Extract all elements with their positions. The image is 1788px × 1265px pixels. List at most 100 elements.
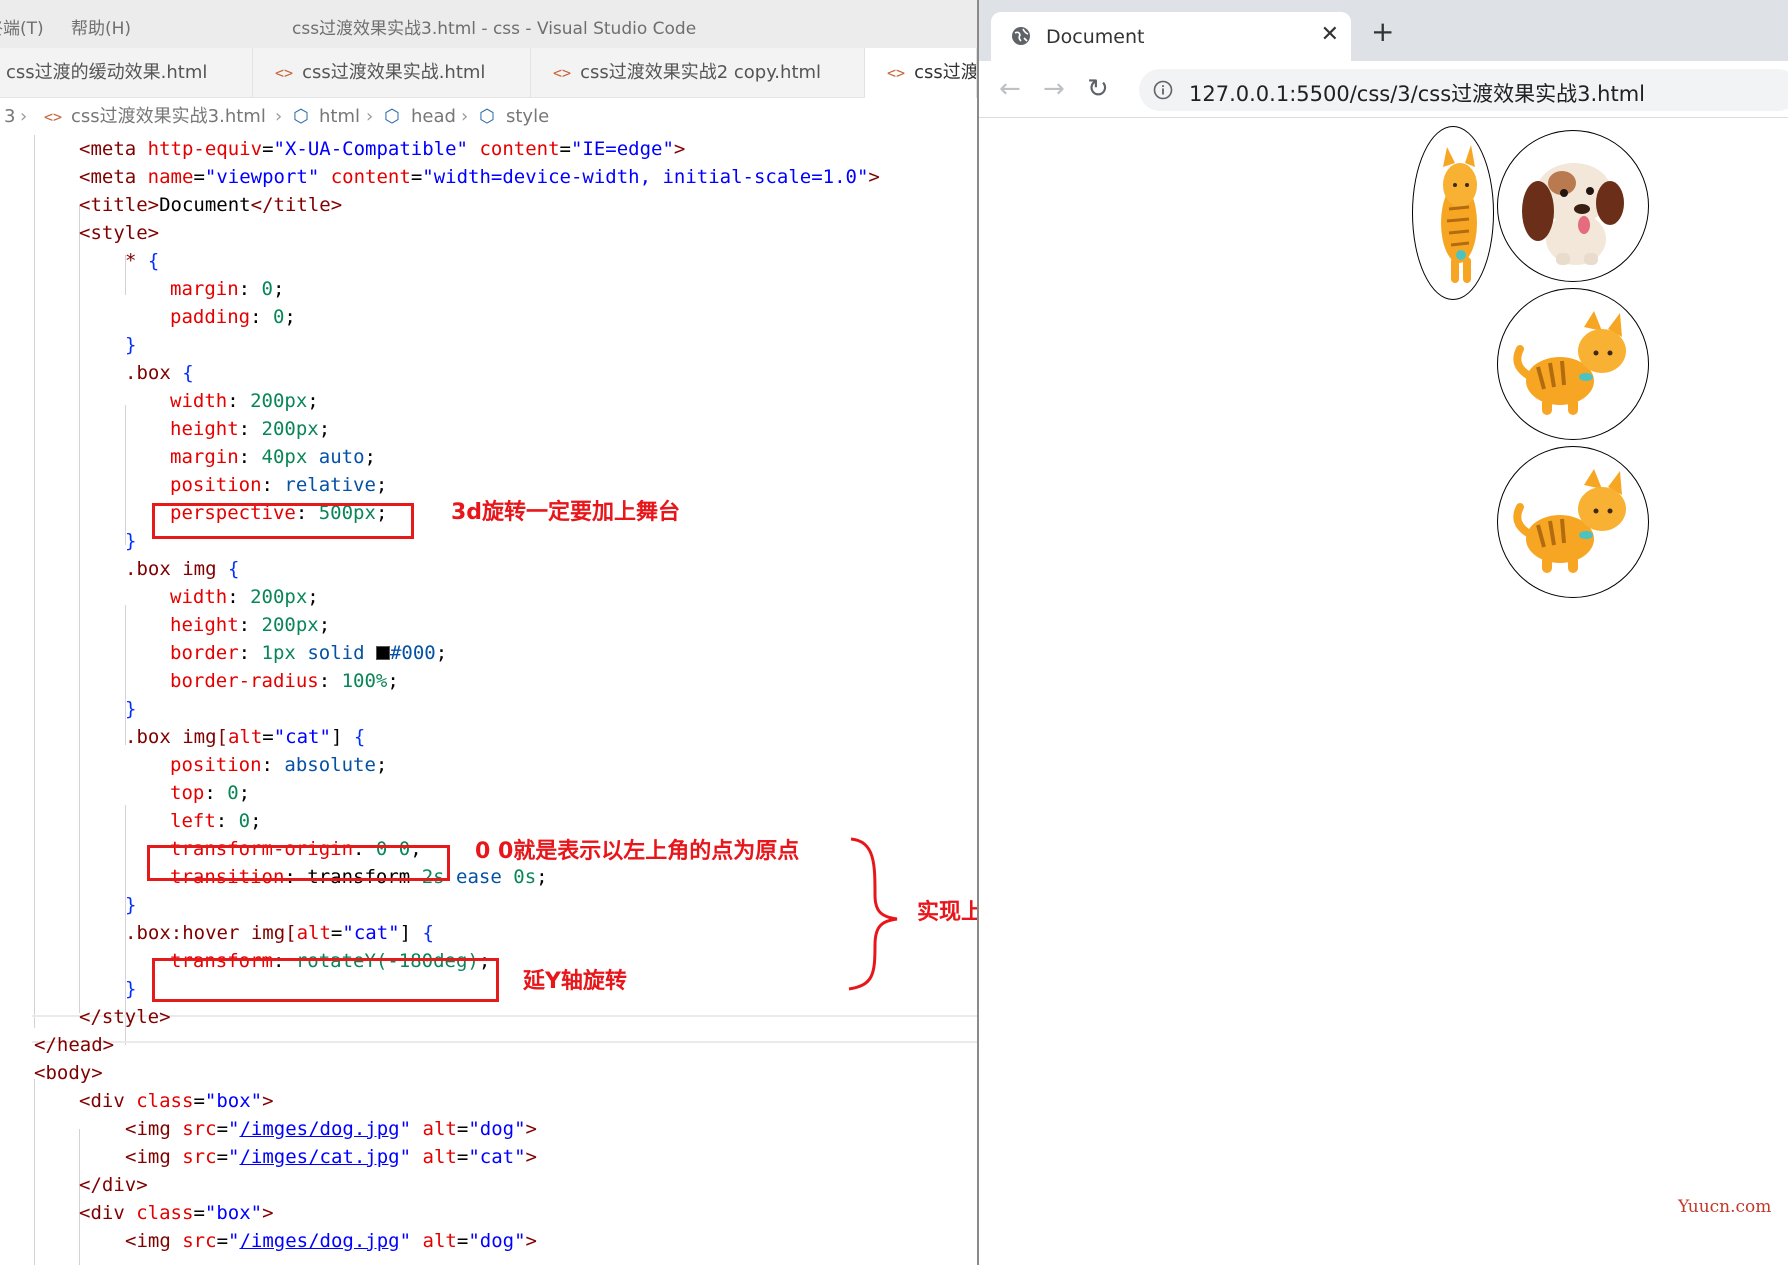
tab-label: css过渡效果实战.html [302, 62, 486, 83]
code-line: <div class="box"> [79, 1202, 274, 1224]
cat-image-rotating[interactable] [1412, 126, 1494, 300]
code-line: <body> [34, 1062, 103, 1084]
cube-icon: ⬡ [384, 106, 400, 127]
html-file-icon: <> [887, 64, 906, 82]
code-line: </style> [79, 1006, 171, 1028]
chevron-right-icon: › [275, 106, 283, 127]
title-bar: 终端(T) 帮助(H) css过渡效果实战3.html - css - Visu… [0, 0, 977, 48]
code-line: .box img[alt="cat"] { [125, 726, 366, 748]
code-line: .box { [125, 362, 194, 384]
editor-tabs: css过渡的缓动效果.html <> css过渡效果实战.html <> css过渡… [0, 48, 977, 98]
url-text: 127.0.0.1:5500/css/3/css过渡效果实战3.html [1189, 82, 1646, 106]
indent-guide [34, 1079, 35, 1265]
tab-label: css过渡效果实战2 copy.html [580, 62, 822, 83]
code-line: position: absolute; [170, 754, 388, 776]
browser-toolbar: ← → ↻ 127.0.0.1:5500/css/3/css过渡效果实战3.ht… [979, 61, 1788, 118]
cube-icon: ⬡ [479, 106, 495, 127]
breadcrumb-style[interactable]: style [506, 99, 549, 135]
cat-icon [1513, 311, 1626, 415]
tab-css-transition[interactable]: <> css过渡效果实战.html [253, 48, 531, 98]
code-line: margin: 40px auto; [170, 446, 376, 468]
vscode-window: 终端(T) 帮助(H) css过渡效果实战3.html - css - Visu… [0, 0, 977, 1265]
code-line: border-radius: 100%; [170, 670, 399, 692]
breadcrumb-html[interactable]: html [319, 99, 360, 135]
code-line: <img src="/imges/dog.jpg" alt="dog"> [125, 1230, 537, 1252]
highlight-box-transform [152, 958, 499, 1002]
code-line: margin: 0; [170, 278, 285, 300]
browser-tab[interactable]: Document ✕ [991, 12, 1351, 61]
page-viewport [979, 118, 1788, 1265]
cat-icon [1513, 469, 1626, 573]
code-line: } [125, 334, 137, 356]
code-line: padding: 0; [170, 306, 296, 328]
code-line: } [125, 894, 137, 916]
breadcrumb-file[interactable]: css过渡效果实战3.html [71, 99, 266, 135]
code-line: * { [125, 250, 160, 272]
code-line: <div class="box"> [79, 1090, 274, 1112]
browser-window: Document ✕ + ← → ↻ 127.0.0.1:5500/css/3/… [979, 0, 1788, 1265]
color-swatch[interactable] [375, 646, 390, 660]
code-line: width: 200px; [170, 586, 319, 608]
annotation-origin: 0 0就是表示以左上角的点为原点 [475, 839, 800, 864]
cat-image[interactable] [1497, 288, 1649, 440]
browser-tab-strip: Document ✕ + [979, 0, 1788, 61]
menu-terminal[interactable]: 终端(T) [0, 14, 44, 39]
back-arrow-icon[interactable]: ← [999, 76, 1021, 102]
tab-label: css过渡效果实战3.html [914, 62, 977, 83]
code-line: </head> [34, 1034, 115, 1056]
tab-css-transition3[interactable]: <> css过渡效果实战3.html [865, 48, 977, 98]
indent-guide [125, 405, 126, 545]
html-file-icon: <> [44, 108, 63, 126]
code-line: <meta http-equiv="X-UA-Compatible" conte… [79, 138, 686, 160]
window-title: css过渡效果实战3.html - css - Visual Studio Co… [292, 19, 697, 39]
code-line: .box img { [125, 558, 240, 580]
code-line: position: relative; [170, 474, 388, 496]
code-line: <meta name="viewport" content="width=dev… [79, 166, 880, 188]
code-line: <title>Document</title> [79, 194, 343, 216]
watermark: Yuucn.com [1678, 1197, 1772, 1217]
chevron-right-icon: › [461, 106, 469, 127]
code-line: top: 0; [170, 782, 251, 804]
code-line: <style> [79, 222, 160, 244]
current-line-highlight [32, 1015, 977, 1043]
code-line: <img src="/imges/dog.jpg" alt="dog"> [125, 1118, 537, 1140]
cube-icon: ⬡ [293, 106, 309, 127]
globe-icon [1012, 27, 1030, 45]
dog-icon [1522, 163, 1624, 265]
html-file-icon: <> [553, 64, 572, 82]
indent-guide [79, 205, 80, 1013]
forward-arrow-icon[interactable]: → [1043, 76, 1065, 102]
code-line: <img src="/imges/cat.jpg" alt="cat"> [125, 1146, 537, 1168]
indent-guide [34, 135, 35, 1028]
code-editor[interactable]: <meta http-equiv="X-UA-Compatible" conte… [0, 135, 977, 1265]
code-line: left: 0; [170, 810, 262, 832]
annotation-perspective: 3d旋转一定要加上舞台 [451, 500, 681, 525]
breadcrumb-head[interactable]: head [411, 99, 456, 135]
annotation-rotate: 延Y轴旋转 [523, 969, 627, 994]
highlight-box-perspective [152, 503, 414, 539]
code-line: height: 200px; [170, 614, 331, 636]
code-line: } [125, 698, 137, 720]
breadcrumb-folder[interactable]: 3 [4, 99, 15, 135]
html-file-icon: <> [275, 64, 294, 82]
browser-tab-title: Document [1046, 26, 1145, 48]
tab-css-ease[interactable]: css过渡的缓动效果.html [0, 48, 253, 98]
tab-css-transition2[interactable]: <> css过渡效果实战2 copy.html [531, 48, 865, 98]
curly-brace-icon [848, 837, 898, 991]
dog-image[interactable] [1497, 130, 1649, 282]
code-line: } [125, 530, 137, 552]
code-line: height: 200px; [170, 418, 331, 440]
code-line: </div> [79, 1174, 148, 1196]
code-line: border: 1px solid #000; [170, 642, 448, 664]
reload-icon[interactable]: ↻ [1087, 76, 1109, 102]
highlight-box-origin [147, 845, 450, 881]
cat-image[interactable] [1497, 446, 1649, 598]
menu-help[interactable]: 帮助(H) [71, 14, 131, 39]
tab-label: css过渡的缓动效果.html [6, 62, 208, 83]
plus-icon[interactable]: + [1371, 18, 1394, 46]
code-line: .box:hover img[alt="cat"] { [125, 922, 434, 944]
address-bar[interactable]: 127.0.0.1:5500/css/3/css过渡效果实战3.html [1139, 69, 1788, 111]
info-icon[interactable] [1153, 80, 1173, 100]
close-icon[interactable]: ✕ [1321, 22, 1339, 47]
breadcrumb: 3 › <> css过渡效果实战3.html › ⬡ html › ⬡ head… [0, 99, 977, 135]
